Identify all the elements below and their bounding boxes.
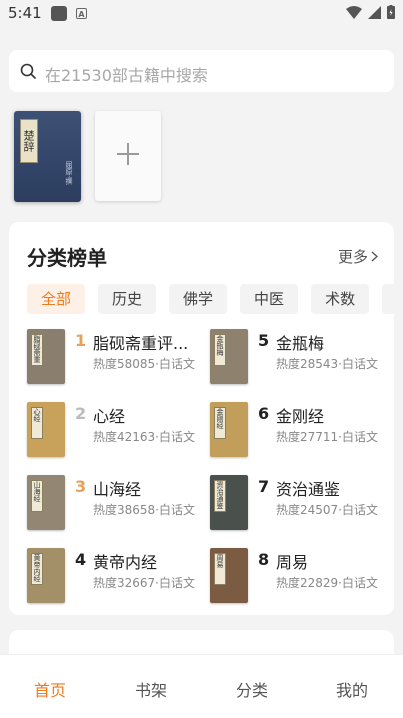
book-heat: 热度22829·白话文 <box>276 576 378 590</box>
book-cover: 脂砚斋重评石头记 <box>27 329 65 384</box>
shelf-book-chuci[interactable]: 楚辞 屈原·撰 <box>14 111 81 202</box>
search-bar[interactable]: 在21530部古籍中搜索 <box>9 50 394 92</box>
more-link[interactable]: 更多 <box>338 246 378 267</box>
notification-icon <box>51 6 67 21</box>
book-cover: 资治通鉴 <box>210 475 248 530</box>
book-heat: 热度58085·白话文 <box>93 357 195 371</box>
book-cover-subtitle: 屈原·撰 <box>65 161 73 185</box>
ranking-item[interactable]: 心经 2 心经 热度42163·白话文 <box>27 402 207 462</box>
book-name: 周易 <box>276 553 309 572</box>
book-heat: 热度24507·白话文 <box>276 503 378 517</box>
category-ranking-card: 分类榜单 更多 全部 历史 佛学 中医 术数 小 脂砚斋重评石头记 1 脂砚斋重… <box>9 222 394 615</box>
ranking-item[interactable]: 周易 8 周易 热度22829·白话文 <box>210 548 390 608</box>
book-cover-title: 楚辞 <box>20 119 38 163</box>
ranking-item[interactable]: 金瓶梅 5 金瓶梅 热度28543·白话文 <box>210 329 390 389</box>
tab-bookshelf[interactable]: 书架 <box>121 677 181 701</box>
wifi-icon <box>346 5 362 19</box>
book-heat: 热度28543·白话文 <box>276 357 378 371</box>
chip-history[interactable]: 历史 <box>98 284 157 314</box>
rank-number: 1 <box>75 331 87 350</box>
book-name: 资治通鉴 <box>276 480 341 499</box>
category-chips: 全部 历史 佛学 中医 术数 小 <box>27 284 394 314</box>
ranking-item[interactable]: 黄帝内经 4 黄帝内经 热度32667·白话文 <box>27 548 207 608</box>
status-bar: 5:41 A <box>0 0 403 28</box>
book-heat: 热度27711·白话文 <box>276 430 378 444</box>
tab-mine[interactable]: 我的 <box>322 677 382 701</box>
app-notification-icon: A <box>76 8 87 19</box>
status-time: 5:41 <box>8 4 42 22</box>
book-name: 脂砚斋重评... <box>93 334 189 353</box>
chip-buddhism[interactable]: 佛学 <box>169 284 228 314</box>
ranking-item[interactable]: 资治通鉴 7 资治通鉴 热度24507·白话文 <box>210 475 390 535</box>
book-name: 心经 <box>93 407 126 426</box>
book-heat: 热度38658·白话文 <box>93 503 195 517</box>
tab-category[interactable]: 分类 <box>222 677 282 701</box>
chip-medicine[interactable]: 中医 <box>240 284 299 314</box>
ranking-title: 分类榜单 <box>27 246 107 270</box>
rank-number: 7 <box>258 477 270 496</box>
book-cover: 金瓶梅 <box>210 329 248 384</box>
book-heat: 热度42163·白话文 <box>93 430 195 444</box>
book-heat: 热度32667·白话文 <box>93 576 195 590</box>
book-cover: 金刚经 <box>210 402 248 457</box>
add-book-button[interactable] <box>95 111 161 201</box>
book-name: 金瓶梅 <box>276 334 325 353</box>
battery-icon <box>387 5 395 19</box>
signal-icon <box>368 5 381 19</box>
book-name: 山海经 <box>93 480 142 499</box>
book-cover: 黄帝内经 <box>27 548 65 603</box>
more-label: 更多 <box>337 248 368 266</box>
rank-number: 4 <box>75 550 87 569</box>
ranking-item[interactable]: 脂砚斋重评石头记 1 脂砚斋重评... 热度58085·白话文 <box>27 329 207 389</box>
rank-number: 8 <box>258 550 270 569</box>
chevron-right-icon <box>371 251 378 262</box>
plus-icon <box>117 143 139 165</box>
search-icon <box>20 63 36 79</box>
tab-home[interactable]: 首页 <box>20 677 80 701</box>
chip-more-partial[interactable]: 小 <box>382 284 394 314</box>
chip-all[interactable]: 全部 <box>27 284 86 314</box>
book-cover: 心经 <box>27 402 65 457</box>
ranking-item[interactable]: 金刚经 6 金刚经 热度27711·白话文 <box>210 402 390 462</box>
rank-number: 5 <box>258 331 270 350</box>
ranking-item[interactable]: 山海经 3 山海经 热度38658·白话文 <box>27 475 207 535</box>
book-name: 金刚经 <box>276 407 325 426</box>
bottom-tab-bar: 首页 书架 分类 我的 <box>0 654 403 718</box>
search-placeholder: 在21530部古籍中搜索 <box>45 66 208 85</box>
book-cover: 山海经 <box>27 475 65 530</box>
book-name: 黄帝内经 <box>93 553 158 572</box>
rank-number: 6 <box>258 404 270 423</box>
rank-number: 3 <box>75 477 87 496</box>
rank-number: 2 <box>75 404 87 423</box>
chip-divination[interactable]: 术数 <box>311 284 370 314</box>
book-cover: 周易 <box>210 548 248 603</box>
